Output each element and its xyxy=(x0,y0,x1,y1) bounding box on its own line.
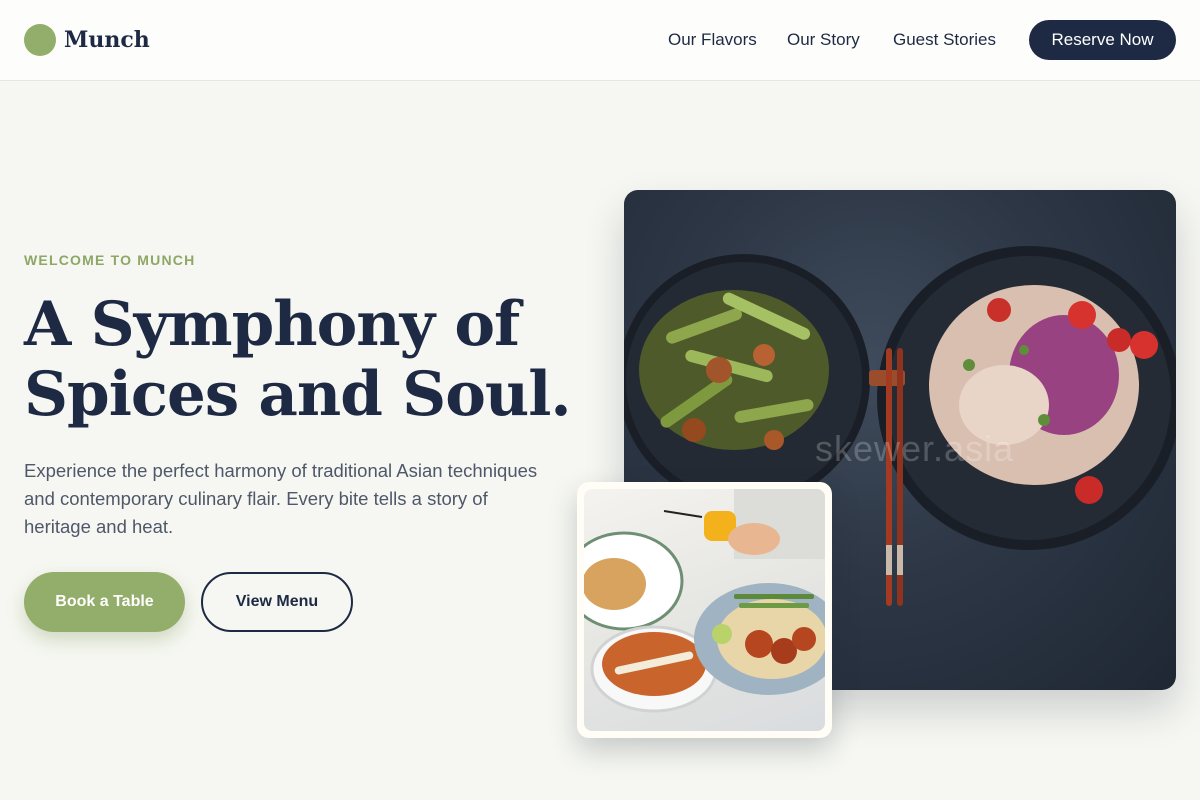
hero-headline: A Symphony of Spices and Soul. xyxy=(24,290,604,430)
hero-headline-line-2: Spices and Soul. xyxy=(24,359,572,430)
nav-link-our-story[interactable]: Our Story xyxy=(787,30,860,50)
site-header: Munch Our Flavors Our Story Guest Storie… xyxy=(0,0,1200,81)
hero-eyebrow: WELCOME TO MUNCH xyxy=(24,252,196,268)
photo-watermark: skewer.asia xyxy=(815,428,1015,469)
chopsticks xyxy=(869,348,905,606)
brand-name: Munch xyxy=(64,27,150,53)
stir-fry-dish xyxy=(639,290,829,450)
hero-headline-line-1: A Symphony of xyxy=(24,289,520,360)
reserve-now-button[interactable]: Reserve Now xyxy=(1029,20,1176,60)
inset-food-photo-image xyxy=(584,489,825,731)
nav-link-guest-stories[interactable]: Guest Stories xyxy=(893,30,996,50)
brand-circle-icon xyxy=(24,24,56,56)
nav-link-our-flavors[interactable]: Our Flavors xyxy=(668,30,757,50)
inset-food-photo xyxy=(577,482,832,738)
brand[interactable]: Munch xyxy=(24,24,150,56)
inset-photo-illustration xyxy=(584,489,825,713)
hero-description: Experience the perfect harmony of tradit… xyxy=(24,460,538,537)
book-table-button[interactable]: Book a Table xyxy=(24,572,185,632)
view-menu-button[interactable]: View Menu xyxy=(201,572,353,632)
